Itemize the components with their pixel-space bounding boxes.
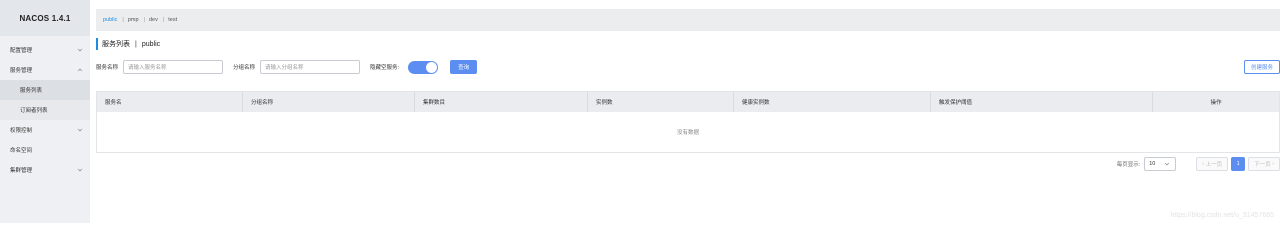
app-logo: NACOS 1.4.1 — [0, 0, 90, 36]
page-size-value: 10 — [1149, 161, 1156, 167]
hide-empty-label: 隐藏空服务: — [370, 65, 400, 71]
prev-page-button[interactable]: ‹ 上一页 — [1196, 157, 1229, 171]
page-title-text: 服务列表 — [102, 41, 130, 48]
sidebar-item-service-list[interactable]: 服务列表 — [0, 80, 90, 100]
page-size-select[interactable]: 10 — [1144, 157, 1177, 171]
page-namespace: public — [141, 40, 161, 48]
namespace-separator: | — [143, 17, 145, 23]
namespace-tab-public[interactable]: public — [103, 17, 117, 23]
column-header: 服务名 — [97, 92, 243, 112]
sidebar-item-cluster[interactable]: 集群管理 — [0, 160, 90, 180]
sidebar: NACOS 1.4.1 配置管理 服务管理 服务列表 订阅者列表 权限控制 命名… — [0, 0, 90, 223]
group-name-input[interactable]: 请输入分组名称 — [260, 60, 361, 74]
toggle-knob — [426, 61, 438, 73]
sidebar-item-label: 命名空间 — [10, 148, 33, 154]
column-header: 实例数 — [588, 92, 734, 112]
chevron-down-icon — [76, 126, 84, 134]
sidebar-item-service-mgmt[interactable]: 服务管理 — [0, 60, 90, 80]
namespace-tab-pmp[interactable]: pmp — [128, 17, 139, 23]
chevron-down-icon — [76, 166, 84, 174]
namespace-tab-dev[interactable]: dev — [149, 17, 158, 23]
column-header: 操作 — [1210, 100, 1222, 106]
next-label: 下一页 — [1254, 162, 1271, 168]
column-header: 触发保护阈值 — [931, 92, 1153, 112]
page-title: 服务列表 | public — [96, 38, 160, 50]
sidebar-item-label: 权限控制 — [10, 128, 33, 134]
sidebar-item-subscribers[interactable]: 订阅者列表 — [0, 100, 90, 120]
sidebar-item-config[interactable]: 配置管理 — [0, 40, 90, 60]
service-name-label: 服务名称 — [96, 65, 119, 71]
prev-label: 上一页 — [1205, 162, 1223, 168]
sidebar-item-label: 服务列表 — [20, 88, 43, 94]
namespace-separator: | — [122, 17, 124, 23]
sidebar-item-namespace[interactable]: 命名空间 — [0, 140, 90, 160]
sidebar-item-label: 服务管理 — [10, 68, 33, 74]
watermark: https://blog.csdn.net/u_31457665 — [1170, 212, 1274, 219]
app-root: NACOS 1.4.1 配置管理 服务管理 服务列表 订阅者列表 权限控制 命名… — [0, 0, 1280, 223]
namespace-separator: | — [162, 17, 165, 23]
column-header: 集群数目 — [415, 92, 588, 112]
service-table: 服务名 分组名称 集群数目 实例数 健康实例数 触发保护阈值 操作 没有数据 — [96, 91, 1280, 153]
page-number-current[interactable]: 1 — [1231, 157, 1246, 171]
namespace-bar: public | pmp | dev | test — [96, 9, 1280, 31]
hide-empty-toggle[interactable] — [408, 60, 439, 74]
sidebar-menu: 配置管理 服务管理 服务列表 订阅者列表 权限控制 命名空间 集群管理 — [0, 36, 90, 180]
namespace-tab-test[interactable]: test — [168, 17, 177, 23]
group-name-label: 分组名称 — [233, 65, 256, 71]
table-empty-state: 没有数据 — [676, 130, 699, 136]
sidebar-item-label: 配置管理 — [10, 48, 33, 54]
title-separator: | — [135, 40, 137, 48]
chevron-up-icon — [76, 66, 84, 74]
main-content: public | pmp | dev | test 服务列表 | public … — [90, 0, 1280, 223]
next-page-button[interactable]: 下一页 › — [1248, 157, 1280, 171]
chevron-down-icon — [76, 46, 84, 54]
table-header: 服务名 分组名称 集群数目 实例数 健康实例数 触发保护阈值 操作 — [97, 92, 1279, 112]
chevron-down-icon — [1163, 160, 1171, 168]
sidebar-item-auth[interactable]: 权限控制 — [0, 120, 90, 140]
query-button[interactable]: 查询 — [450, 60, 478, 74]
page-size-label: 每页显示: — [1116, 162, 1141, 168]
sidebar-item-label: 集群管理 — [10, 168, 33, 174]
pagination: 每页显示: 10 ‹ 上一页 1 下一页 › — [1117, 157, 1280, 171]
create-service-button[interactable]: 创建服务 — [1243, 60, 1280, 74]
service-name-input[interactable]: 请输入服务名称 — [123, 60, 224, 74]
chevron-right-icon: › — [1270, 161, 1274, 167]
sidebar-item-label: 订阅者列表 — [20, 108, 48, 114]
filter-bar: 服务名称 请输入服务名称 分组名称 请输入分组名称 隐藏空服务: 查询 创建服务 — [96, 60, 1280, 74]
column-header: 健康实例数 — [734, 92, 931, 112]
column-header: 分组名称 — [243, 92, 415, 112]
